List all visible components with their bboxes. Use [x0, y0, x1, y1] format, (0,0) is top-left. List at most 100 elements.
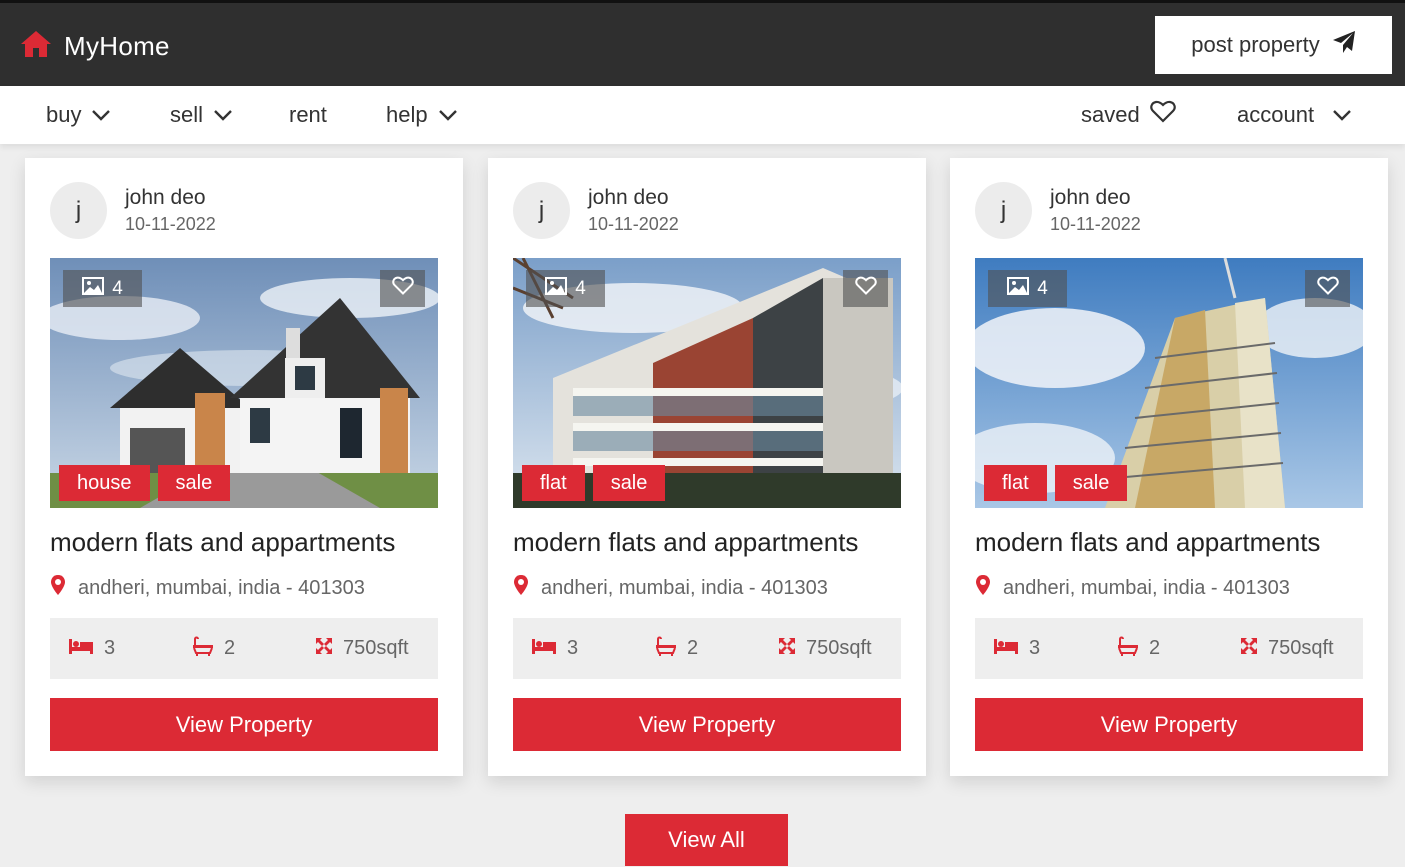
avatar[interactable]: j: [513, 182, 570, 239]
property-specs: 3 2 750sqft: [975, 618, 1363, 679]
map-pin-icon: [513, 574, 529, 602]
top-header: MyHome post property: [0, 0, 1405, 86]
property-photo[interactable]: 4 flat sale: [975, 258, 1363, 508]
view-property-button[interactable]: View Property: [50, 698, 438, 751]
type-tag[interactable]: flat: [984, 465, 1047, 501]
property-photo[interactable]: 4 flat sale: [513, 258, 901, 508]
main-nav: buy sell rent help saved account: [0, 86, 1405, 144]
property-card: j john deo 10-11-2022 4: [25, 158, 463, 776]
image-icon: [545, 276, 568, 301]
save-property-button[interactable]: [843, 270, 888, 307]
property-specs: 3 2 750sqft: [513, 618, 901, 679]
avatar[interactable]: j: [50, 182, 107, 239]
bed-icon: [531, 637, 557, 661]
view-property-button[interactable]: View Property: [513, 698, 901, 751]
view-all-button[interactable]: View All: [625, 814, 788, 866]
post-date: 10-11-2022: [1050, 214, 1141, 234]
user-name[interactable]: john deo: [125, 186, 206, 210]
nav-account-label: account: [1237, 102, 1315, 127]
bath-icon: [655, 636, 677, 662]
chevron-down-icon: [91, 102, 111, 128]
post-date: 10-11-2022: [125, 214, 216, 234]
beds-spec: 3: [531, 618, 578, 679]
beds-spec: 3: [68, 618, 115, 679]
beds-count: 3: [104, 637, 116, 659]
status-tag[interactable]: sale: [592, 465, 666, 501]
type-tag[interactable]: flat: [522, 465, 585, 501]
beds-count: 3: [567, 637, 579, 659]
map-pin-icon: [975, 574, 991, 602]
baths-spec: 2: [192, 618, 235, 679]
location-text: andheri, mumbai, india - 401303: [541, 576, 828, 599]
status-tag[interactable]: sale: [1054, 465, 1128, 501]
nav-rent-label: rent: [289, 102, 327, 127]
type-tag[interactable]: house: [59, 465, 150, 501]
post-property-button[interactable]: post property: [1155, 16, 1392, 74]
photo-count-badge[interactable]: 4: [63, 270, 142, 307]
user-name[interactable]: john deo: [588, 186, 669, 210]
nav-account[interactable]: account: [1237, 86, 1352, 144]
property-location: andheri, mumbai, india - 401303: [50, 574, 365, 602]
photo-count: 4: [1037, 277, 1048, 299]
nav-saved[interactable]: saved: [1081, 86, 1176, 144]
chevron-down-icon: [1332, 102, 1352, 128]
expand-icon: [1240, 637, 1258, 661]
heart-icon: [854, 276, 877, 301]
chevron-down-icon: [213, 102, 233, 128]
baths-count: 2: [1149, 637, 1161, 659]
user-name[interactable]: john deo: [1050, 186, 1131, 210]
baths-spec: 2: [655, 618, 698, 679]
image-icon: [82, 276, 105, 301]
photo-count-badge[interactable]: 4: [526, 270, 605, 307]
property-title[interactable]: modern flats and appartments: [50, 527, 395, 558]
property-specs: 3 2 750sqft: [50, 618, 438, 679]
nav-sell-label: sell: [170, 102, 204, 127]
bath-icon: [192, 636, 214, 662]
image-icon: [1007, 276, 1030, 301]
post-date: 10-11-2022: [588, 214, 679, 234]
property-title[interactable]: modern flats and appartments: [975, 527, 1320, 558]
bed-icon: [993, 637, 1019, 661]
area-value: 750sqft: [343, 637, 409, 659]
area-spec: 750sqft: [778, 618, 872, 679]
chevron-down-icon: [438, 102, 458, 128]
area-value: 750sqft: [1268, 637, 1334, 659]
nav-buy-label: buy: [46, 102, 82, 127]
avatar[interactable]: j: [975, 182, 1032, 239]
area-spec: 750sqft: [315, 618, 409, 679]
nav-sell[interactable]: sell: [170, 86, 233, 144]
nav-help-label: help: [386, 102, 428, 127]
area-spec: 750sqft: [1240, 618, 1334, 679]
map-pin-icon: [50, 574, 66, 602]
save-property-button[interactable]: [380, 270, 425, 307]
heart-icon: [391, 276, 414, 301]
status-tag[interactable]: sale: [157, 465, 231, 501]
nav-help[interactable]: help: [386, 86, 458, 144]
property-photo[interactable]: 4 house sale: [50, 258, 438, 508]
save-property-button[interactable]: [1305, 270, 1350, 307]
property-title[interactable]: modern flats and appartments: [513, 527, 858, 558]
property-card: j john deo 10-11-2022 4 flat sale modern…: [488, 158, 926, 776]
photo-count: 4: [575, 277, 586, 299]
heart-icon: [1149, 100, 1176, 130]
photo-count-badge[interactable]: 4: [988, 270, 1067, 307]
property-location: andheri, mumbai, india - 401303: [975, 574, 1290, 602]
nav-rent[interactable]: rent: [289, 86, 327, 144]
heart-icon: [1316, 276, 1339, 301]
beds-spec: 3: [993, 618, 1040, 679]
tag-list: flat sale: [522, 465, 666, 501]
nav-buy[interactable]: buy: [46, 86, 111, 144]
bath-icon: [1117, 636, 1139, 662]
view-property-button[interactable]: View Property: [975, 698, 1363, 751]
location-text: andheri, mumbai, india - 401303: [78, 576, 365, 599]
baths-count: 2: [224, 637, 236, 659]
baths-count: 2: [687, 637, 699, 659]
property-card: j john deo 10-11-2022 4: [950, 158, 1388, 776]
home-icon: [20, 29, 52, 64]
beds-count: 3: [1029, 637, 1041, 659]
brand-logo[interactable]: MyHome: [20, 29, 170, 64]
location-text: andheri, mumbai, india - 401303: [1003, 576, 1290, 599]
brand-name: MyHome: [64, 31, 170, 61]
expand-icon: [778, 637, 796, 661]
paper-plane-icon: [1332, 30, 1356, 60]
